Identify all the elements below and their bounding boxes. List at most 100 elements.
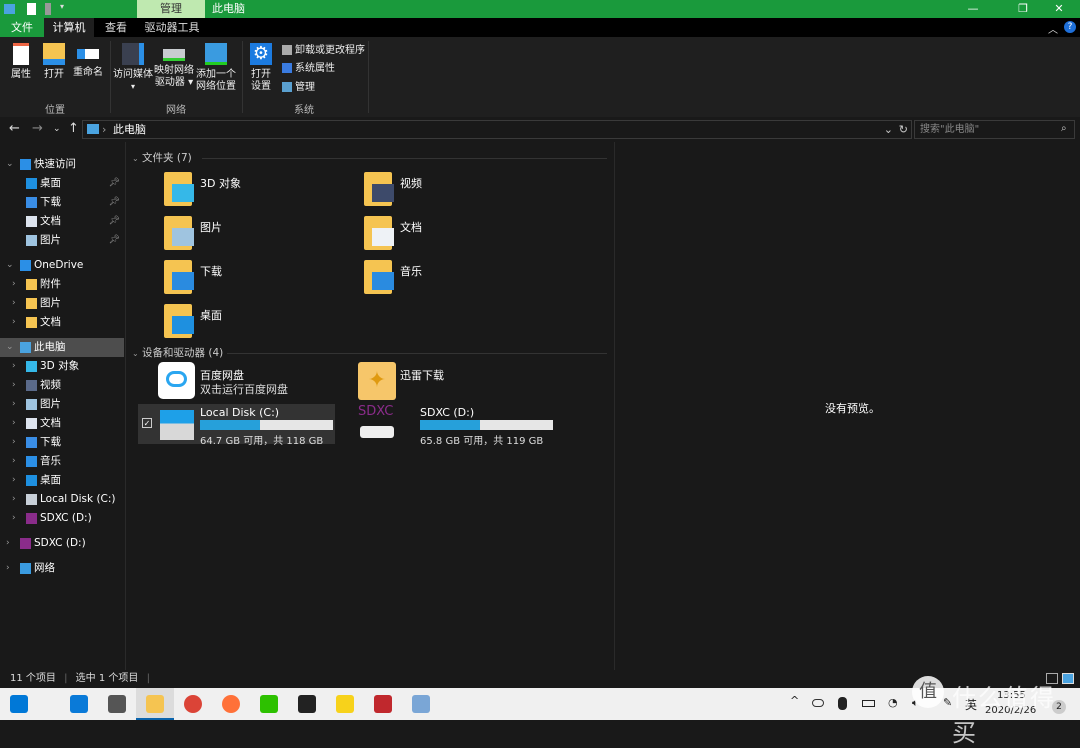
system-properties-button[interactable]: 系统属性 — [282, 60, 335, 77]
quick-access-dropdown-icon[interactable]: ▾ — [60, 2, 64, 11]
folder-item[interactable]: 3D 对象 — [164, 172, 354, 216]
access-media-button[interactable]: 访问媒体 ▾ — [112, 39, 154, 93]
taskbar-firefox[interactable] — [212, 688, 250, 720]
folder-item[interactable]: 文档 — [364, 216, 554, 260]
sidebar-item[interactable]: › 音乐 — [0, 452, 124, 471]
add-network-location-button[interactable]: 添加一个 网络位置 — [195, 39, 237, 93]
taskbar-paint[interactable] — [402, 688, 440, 720]
close-button[interactable]: ✕ — [1036, 0, 1080, 18]
sidebar-item[interactable]: › 视频 — [0, 376, 124, 395]
taskbar-app-yellow[interactable] — [326, 688, 364, 720]
taskbar-edge[interactable] — [60, 688, 98, 720]
tab-drive-tools[interactable]: 驱动器工具 — [138, 18, 206, 37]
wifi-icon[interactable]: ◔ — [888, 696, 898, 709]
sidebar-item[interactable]: › 文档 — [0, 414, 124, 433]
taskbar-chrome[interactable] — [174, 688, 212, 720]
battery-icon[interactable] — [862, 700, 875, 707]
taskbar-app-red[interactable] — [364, 688, 402, 720]
collapse-chevron-icon[interactable]: › — [12, 275, 16, 294]
pin-icon[interactable]: 📌︎ — [109, 174, 120, 193]
help-icon[interactable]: ? — [1064, 21, 1076, 33]
search-icon[interactable]: ⌕ — [1061, 123, 1067, 134]
collapse-chevron-icon[interactable]: › — [6, 559, 10, 578]
taskbar-qq[interactable] — [288, 688, 326, 720]
expand-chevron-icon[interactable]: ⌄ — [6, 338, 14, 357]
folder-item[interactable]: 视频 — [364, 172, 554, 216]
sidebar-item[interactable]: › 图片 — [0, 395, 124, 414]
folder-item[interactable]: 桌面 — [164, 304, 354, 348]
rename-button[interactable]: 重命名 — [70, 39, 106, 79]
collapse-chevron-icon[interactable]: › — [12, 313, 16, 332]
sidebar-item[interactable]: 文档 📌︎ — [0, 212, 124, 231]
onedrive-tray-icon[interactable] — [812, 699, 824, 707]
sidebar-item[interactable]: › 文档 — [0, 313, 124, 332]
sidebar-item[interactable]: › 桌面 — [0, 471, 124, 490]
pin-icon[interactable]: 📌︎ — [109, 193, 120, 212]
search-input[interactable]: 搜索"此电脑" — [914, 120, 1075, 139]
sidebar-item[interactable]: 图片 📌︎ — [0, 231, 124, 250]
collapse-chevron-icon[interactable]: › — [12, 433, 16, 452]
xunlei-download-item[interactable]: ✦ 迅雷下载 — [358, 362, 548, 406]
open-button[interactable]: 打开 — [38, 39, 70, 81]
sidebar-item[interactable]: › 3D 对象 — [0, 357, 124, 376]
folder-item[interactable]: 下载 — [164, 260, 354, 304]
folder-item[interactable]: 图片 — [164, 216, 354, 260]
selection-checkbox[interactable]: ✓ — [142, 418, 152, 428]
taskbar-start[interactable] — [0, 688, 38, 720]
recent-locations-button[interactable]: ⌄ — [53, 124, 61, 134]
baidu-netdisk-item[interactable]: 百度网盘 双击运行百度网盘 — [158, 362, 348, 406]
pin-icon[interactable]: 📌︎ — [109, 231, 120, 250]
group-header-devices[interactable]: ⌄ 设备和驱动器 (4) — [132, 345, 607, 360]
new-folder-quick-icon[interactable] — [45, 3, 51, 15]
collapse-chevron-icon[interactable]: › — [6, 534, 10, 553]
group-header-folders[interactable]: ⌄ 文件夹 (7) — [132, 150, 607, 165]
open-settings-button[interactable]: ⚙ 打开 设置 — [246, 39, 276, 93]
collapse-chevron-icon[interactable]: › — [12, 509, 16, 528]
forward-button[interactable]: → — [32, 121, 43, 136]
refresh-icon[interactable]: ↻ — [899, 121, 908, 138]
sidebar-item[interactable]: 桌面 📌︎ — [0, 174, 124, 193]
tab-file[interactable]: 文件 — [0, 18, 44, 37]
pin-icon[interactable]: 📌︎ — [109, 212, 120, 231]
tab-view[interactable]: 查看 — [94, 18, 138, 37]
tab-computer[interactable]: 计算机 — [44, 18, 94, 37]
sidebar-item[interactable]: ⌄ OneDrive — [0, 256, 124, 275]
drive-item[interactable]: ✓ Local Disk (C:) 64.7 GB 可用，共 118 GB — [138, 404, 335, 447]
show-hidden-icons-button[interactable]: ^ — [790, 694, 799, 707]
breadcrumb[interactable]: 此电脑 — [113, 123, 146, 136]
taskbar-mail[interactable] — [98, 688, 136, 720]
collapse-chevron-icon[interactable]: › — [12, 414, 16, 433]
collapse-chevron-icon[interactable]: › — [12, 490, 16, 509]
collapse-chevron-icon[interactable]: › — [12, 294, 16, 313]
sidebar-item[interactable]: › Local Disk (C:) — [0, 490, 124, 509]
drive-item[interactable]: SDXC SDXC (D:) 65.8 GB 可用，共 119 GB — [358, 404, 555, 447]
pen-icon[interactable]: ✎ — [943, 696, 952, 709]
sidebar-item[interactable]: › SDXC (D:) — [0, 534, 124, 553]
address-dropdown-icon[interactable]: ⌄ — [884, 121, 893, 138]
properties-quick-icon[interactable] — [27, 3, 36, 15]
expand-chevron-icon[interactable]: ⌄ — [6, 155, 14, 174]
minimize-button[interactable]: — — [950, 0, 996, 18]
sidebar-item[interactable]: ⌄ 快速访问 — [0, 155, 124, 174]
sidebar-item[interactable]: ⌄ 此电脑 — [0, 338, 124, 357]
sidebar-item[interactable]: › 附件 — [0, 275, 124, 294]
taskbar-file-explorer[interactable] — [136, 688, 174, 720]
sidebar-item[interactable]: › 网络 — [0, 559, 124, 578]
expand-chevron-icon[interactable]: ⌄ — [6, 256, 14, 275]
uninstall-program-button[interactable]: 卸载或更改程序 — [282, 42, 365, 59]
map-network-drive-button[interactable]: 映射网络 驱动器 ▾ — [154, 39, 194, 89]
folder-item[interactable]: 音乐 — [364, 260, 554, 304]
collapse-ribbon-icon[interactable]: ︿ — [1048, 21, 1058, 36]
collapse-chevron-icon[interactable]: › — [12, 471, 16, 490]
properties-button[interactable]: 属性 — [6, 39, 36, 81]
collapse-chevron-icon[interactable]: › — [12, 376, 16, 395]
collapse-chevron-icon[interactable]: › — [12, 357, 16, 376]
manage-button[interactable]: 管理 — [282, 79, 315, 96]
taskbar-wechat[interactable] — [250, 688, 288, 720]
address-field[interactable]: › 此电脑 ⌄ ↻ — [82, 120, 912, 139]
collapse-chevron-icon[interactable]: › — [12, 452, 16, 471]
sidebar-item[interactable]: 下载 📌︎ — [0, 193, 124, 212]
qq-tray-icon[interactable] — [838, 697, 847, 710]
back-button[interactable]: ← — [9, 121, 20, 136]
collapse-chevron-icon[interactable]: › — [12, 395, 16, 414]
